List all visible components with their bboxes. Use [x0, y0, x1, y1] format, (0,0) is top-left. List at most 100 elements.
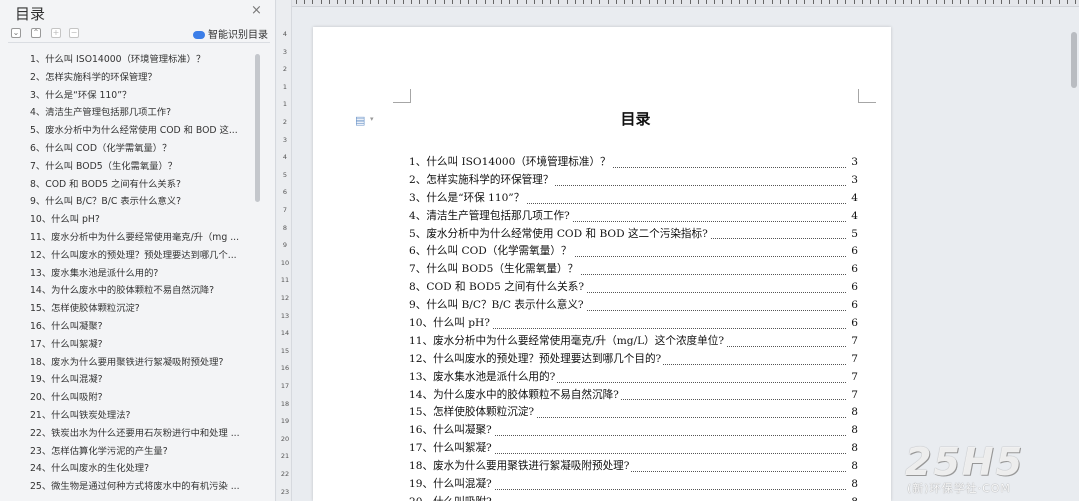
ruler-tick [328, 0, 330, 4]
ruler-number: 1 [282, 100, 288, 109]
ruler-tick [640, 0, 642, 4]
nav-toc-item[interactable]: 22、铁炭出水为什么还要用石灰粉进行中和处理 ... [0, 425, 256, 443]
nav-toc-item[interactable]: 24、什么叫废水的生化处理? [0, 460, 256, 478]
ruler-tick [1042, 0, 1044, 4]
toc-row[interactable]: 5、废水分析中为什么经常使用 COD 和 BOD 这二个污染指标? 5 [409, 225, 858, 244]
ruler-tick [353, 0, 355, 4]
ruler-tick [656, 0, 658, 4]
toc-navigation-pane: 目录 × ⌄ ⌃ + − 智能识别目录 1、什么叫 ISO14000（环境管理标… [0, 0, 276, 501]
smart-recognize-toc-button[interactable]: 智能识别目录 [193, 26, 268, 41]
ruler-tick [410, 0, 412, 4]
toc-entry-text: 13、废水集水池是派什么用的? [409, 370, 558, 383]
toc-page-number: 8 [849, 476, 858, 494]
toc-page-number: 8 [849, 440, 858, 459]
toc-page-number: 8 [849, 458, 858, 477]
ruler-tick [870, 0, 871, 4]
nav-toc-item[interactable]: 23、怎样估算化学污泥的产生量? [0, 443, 256, 461]
ruler-tick [419, 0, 420, 4]
toc-row[interactable]: 2、怎样实施科学的环保管理？ 3 [409, 171, 858, 190]
ruler-number: 18 [280, 399, 290, 408]
nav-toc-item[interactable]: 3、什么是“环保 110”？ [0, 87, 256, 105]
toc-row[interactable]: 6、什么叫 COD（化学需氧量）？ 6 [409, 243, 858, 262]
nav-toc-item[interactable]: 1、什么叫 ISO14000（环境管理标准）？ [0, 51, 256, 69]
remove-heading-icon[interactable]: − [69, 28, 79, 38]
toc-row[interactable]: 19、什么叫混凝? 8 [409, 476, 858, 494]
nav-divider [8, 42, 270, 43]
ruler-tick [878, 0, 880, 4]
nav-toc-item[interactable]: 5、废水分析中为什么经常使用 COD 和 BOD 这... [0, 122, 256, 140]
toc-row[interactable]: 17、什么叫絮凝? 8 [409, 440, 858, 459]
watermark-site-text: (新)环保学社·COM [907, 482, 1011, 495]
toc-entry-text: 19、什么叫混凝? [409, 478, 494, 491]
ruler-tick [320, 0, 322, 4]
ruler-tick [771, 0, 773, 4]
nav-toc-item[interactable]: 19、什么叫混凝? [0, 371, 256, 389]
toc-row[interactable]: 16、什么叫凝聚? 8 [409, 422, 858, 441]
ruler-tick [960, 0, 962, 4]
nav-toc-item[interactable]: 16、什么叫凝聚? [0, 318, 256, 336]
toc-row[interactable]: 10、什么叫 pH? 6 [409, 315, 858, 333]
collapse-all-icon[interactable]: ⌃ [31, 28, 41, 38]
nav-toc-item[interactable]: 25、微生物是通过何种方式将废水中的有机污染 ... [0, 478, 256, 496]
toc-entry-text: 4、清洁生产管理包括那几项工作? [409, 209, 572, 222]
crop-mark-right [858, 89, 876, 103]
toc-row[interactable]: 18、废水为什么要用聚铁进行絮凝吸附预处理? 8 [409, 458, 858, 477]
toc-row[interactable]: 11、废水分析中为什么要经常使用毫克/升（mg/L）这个浓度单位? 7 [409, 332, 858, 351]
ruler-tick [706, 0, 707, 4]
add-heading-icon[interactable]: + [51, 28, 61, 38]
nav-toc-item[interactable]: 7、什么叫 BOD5（生化需氧量）？ [0, 158, 256, 176]
nav-toc-item[interactable]: 8、COD 和 BOD5 之间有什么关系? [0, 176, 256, 194]
nav-toc-item[interactable]: 14、为什么废水中的胶体颗粒不易自然沉降? [0, 282, 256, 300]
toc-row[interactable]: 4、清洁生产管理包括那几项工作? 4 [409, 207, 858, 226]
toc-row[interactable]: 1、什么叫 ISO14000（环境管理标准）？ 3 [409, 154, 858, 172]
toc-row[interactable]: 7、什么叫 BOD5（生化需氧量）？ 6 [409, 261, 858, 280]
toc-entry-text: 8、COD 和 BOD5 之间有什么关系? [409, 281, 587, 294]
ruler-tick [386, 0, 388, 4]
ruler-tick [804, 0, 806, 4]
ruler-number: 8 [282, 223, 288, 232]
document-scrollbar[interactable] [1071, 32, 1077, 88]
ruler-tick [730, 0, 732, 4]
toc-row[interactable]: 3、什么是“环保 110”？ 4 [409, 189, 858, 208]
toc-row[interactable]: 13、废水集水池是派什么用的? 7 [409, 368, 858, 387]
ruler-tick [607, 0, 609, 4]
ruler-tick [861, 0, 863, 4]
nav-toc-item[interactable]: 11、废水分析中为什么要经常使用毫克/升（mg ... [0, 229, 256, 247]
ruler-number: 5 [282, 170, 288, 179]
nav-scrollbar[interactable] [255, 54, 260, 202]
nav-toc-item[interactable]: 6、什么叫 COD（化学需氧量）？ [0, 140, 256, 158]
nav-toc-item[interactable]: 4、清洁生产管理包括那几项工作? [0, 104, 256, 122]
ruler-tick [927, 0, 929, 4]
nav-toc-item[interactable]: 10、什么叫 pH? [0, 211, 256, 229]
nav-toc-item[interactable]: 18、废水为什么要用聚铁进行絮凝吸附预处理? [0, 354, 256, 372]
ruler-tick [886, 0, 888, 4]
toc-row[interactable]: 9、什么叫 B/C？B/C 表示什么意义? 6 [409, 297, 858, 316]
nav-toc-item[interactable]: 20、什么叫吸附? [0, 389, 256, 407]
toc-row[interactable]: 8、COD 和 BOD5 之间有什么关系? 6 [409, 279, 858, 298]
ruler-tick [788, 0, 789, 4]
ruler-tick [812, 0, 814, 4]
ruler-tick [993, 0, 994, 4]
ruler-tick [738, 0, 740, 4]
nav-toc-item[interactable]: 9、什么叫 B/C？B/C 表示什么意义? [0, 193, 256, 211]
nav-toc-item[interactable]: 12、什么叫废水的预处理？预处理要达到哪几个... [0, 247, 256, 265]
ruler-tick [615, 0, 617, 4]
toc-page-number: 6 [849, 243, 858, 262]
ruler-tick [984, 0, 986, 4]
ruler-tick [1075, 0, 1076, 4]
toc-row[interactable]: 15、怎样使胶体颗粒沉淀? 8 [409, 404, 858, 423]
toc-row[interactable]: 14、为什么废水中的胶体颗粒不易自然沉降? 7 [409, 386, 858, 405]
toc-row[interactable]: 20、什么叫吸附? 8 [409, 493, 858, 501]
nav-toc-item[interactable]: 17、什么叫絮凝? [0, 336, 256, 354]
expand-all-icon[interactable]: ⌄ [11, 28, 21, 38]
nav-toc-item[interactable]: 21、什么叫铁炭处理法? [0, 407, 256, 425]
nav-toc-item[interactable]: 15、怎样使胶体颗粒沉淀? [0, 300, 256, 318]
toc-row[interactable]: 12、什么叫废水的预处理？预处理要达到哪几个目的? 7 [409, 350, 858, 369]
close-icon[interactable]: × [251, 3, 262, 18]
ruler-number: 4 [282, 153, 288, 162]
document-toc: 1、什么叫 ISO14000（环境管理标准）？ 3 2、怎样实施科学的环保管理？ 3 3… [409, 154, 858, 501]
nav-toc-item[interactable]: 2、怎样实施科学的环保管理？ [0, 69, 256, 87]
ruler-tick [1009, 0, 1011, 4]
nav-toc-item[interactable]: 13、废水集水池是派什么用的? [0, 265, 256, 283]
ruler-tick [845, 0, 847, 4]
